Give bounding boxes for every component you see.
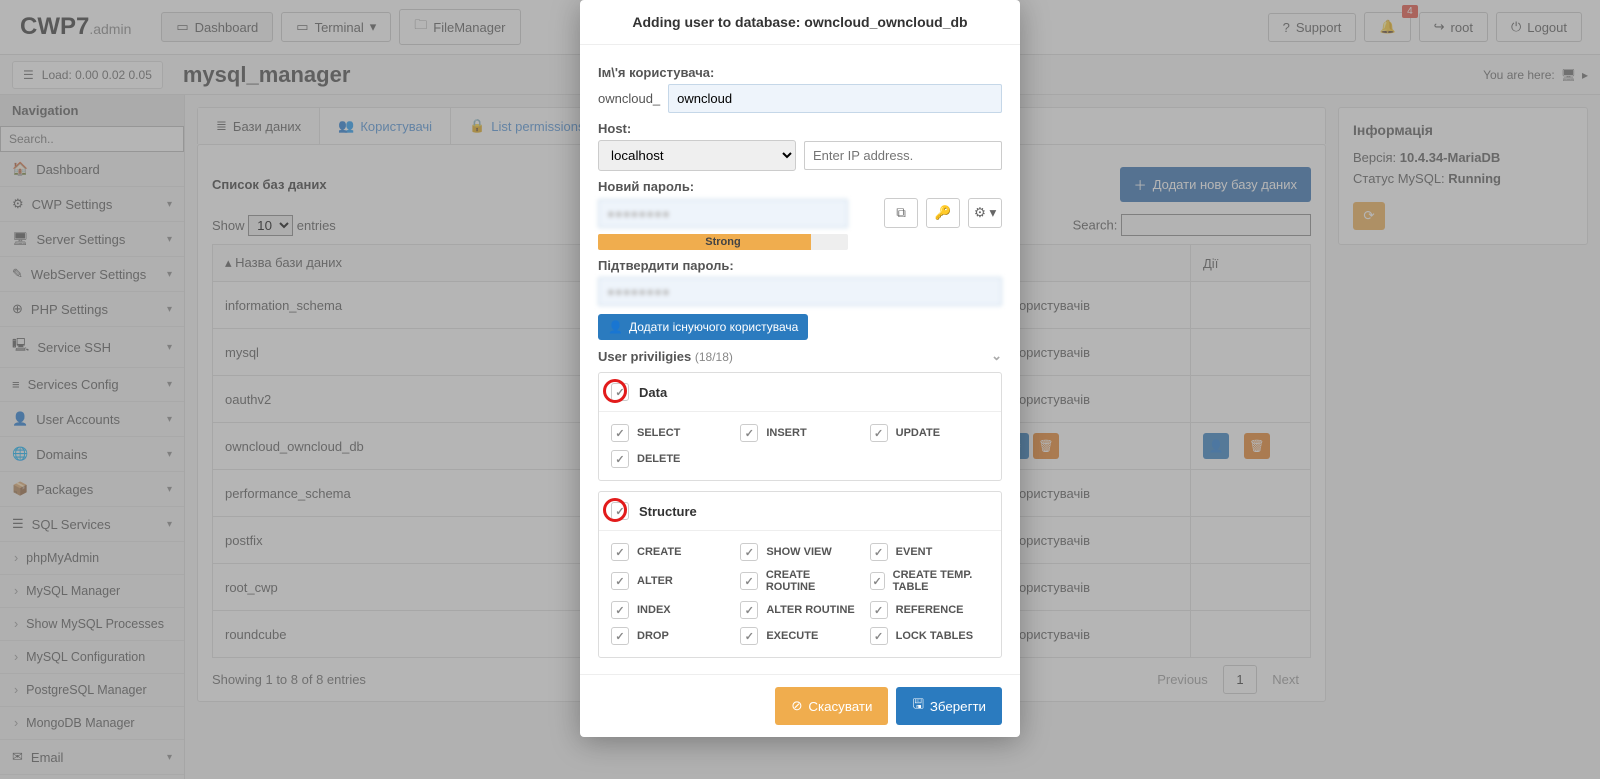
privilege-item[interactable]: CREATE [611,543,730,561]
privilege-checkbox[interactable] [870,543,888,561]
privilege-checkbox[interactable] [740,424,758,442]
privilege-checkbox[interactable] [740,543,758,561]
privilege-item[interactable]: DELETE [611,450,730,468]
privilege-item[interactable]: INDEX [611,601,730,619]
password-strength: Strong [598,234,848,250]
privilege-item[interactable]: EXECUTE [740,627,859,645]
privilege-item[interactable]: EVENT [870,543,989,561]
privilege-item[interactable]: UPDATE [870,424,989,442]
privilege-item[interactable]: CREATE TEMP. TABLE [870,569,989,593]
privilege-checkbox[interactable] [870,627,888,645]
username-input[interactable] [668,84,1002,113]
username-prefix: owncloud_ [598,91,660,106]
copy-password-button[interactable]: ⧉ [884,198,918,228]
privilege-item[interactable]: INSERT [740,424,859,442]
add-existing-user-button[interactable]: 👤 Додати існуючого користувача [598,314,808,340]
privilege-checkbox[interactable] [611,627,629,645]
confirm-password-input[interactable] [598,277,1002,306]
privileges-header[interactable]: User priviligies (18/18) ⌄ [598,340,1002,372]
save-button[interactable]: 🖫 Зберегти [896,687,1002,725]
privilege-checkbox[interactable] [870,601,888,619]
newpw-label: Новий пароль: [598,179,1002,194]
generate-password-button[interactable]: ⚙ ▾ [968,198,1002,228]
password-input[interactable] [598,199,848,228]
modal-title: Adding user to database: owncloud_ownclo… [580,0,1020,45]
privilege-item[interactable]: ALTER [611,569,730,593]
host-select[interactable]: localhost [598,140,796,171]
privilege-checkbox[interactable] [740,572,757,590]
chevron-down-icon: ⌄ [991,348,1002,364]
privilege-checkbox[interactable] [611,601,629,619]
privilege-item[interactable]: LOCK TABLES [870,627,989,645]
data-checkbox-all[interactable] [611,383,629,401]
privilege-checkbox[interactable] [611,450,629,468]
privilege-item[interactable]: ALTER ROUTINE [740,601,859,619]
show-password-button[interactable]: 🔑 [926,198,960,228]
privilege-checkbox[interactable] [611,543,629,561]
cancel-button[interactable]: ⊘ Скасувати [775,687,888,725]
confirm-label: Підтвердити пароль: [598,258,1002,273]
privilege-checkbox[interactable] [740,601,758,619]
privilege-item[interactable]: CREATE ROUTINE [740,569,859,593]
privilege-item[interactable]: SHOW VIEW [740,543,859,561]
host-label: Host: [598,121,1002,136]
privilege-checkbox[interactable] [611,424,629,442]
privilege-checkbox[interactable] [870,424,888,442]
ip-input[interactable] [804,141,1002,170]
privilege-item[interactable]: REFERENCE [870,601,989,619]
privilege-checkbox[interactable] [611,572,629,590]
privilege-item[interactable]: DROP [611,627,730,645]
username-label: Ім\'я користувача: [598,65,1002,80]
privilege-checkbox[interactable] [740,627,758,645]
structure-checkbox-all[interactable] [611,502,629,520]
add-user-modal: Adding user to database: owncloud_ownclo… [580,0,1020,737]
privilege-checkbox[interactable] [870,572,885,590]
privilege-item[interactable]: SELECT [611,424,730,442]
